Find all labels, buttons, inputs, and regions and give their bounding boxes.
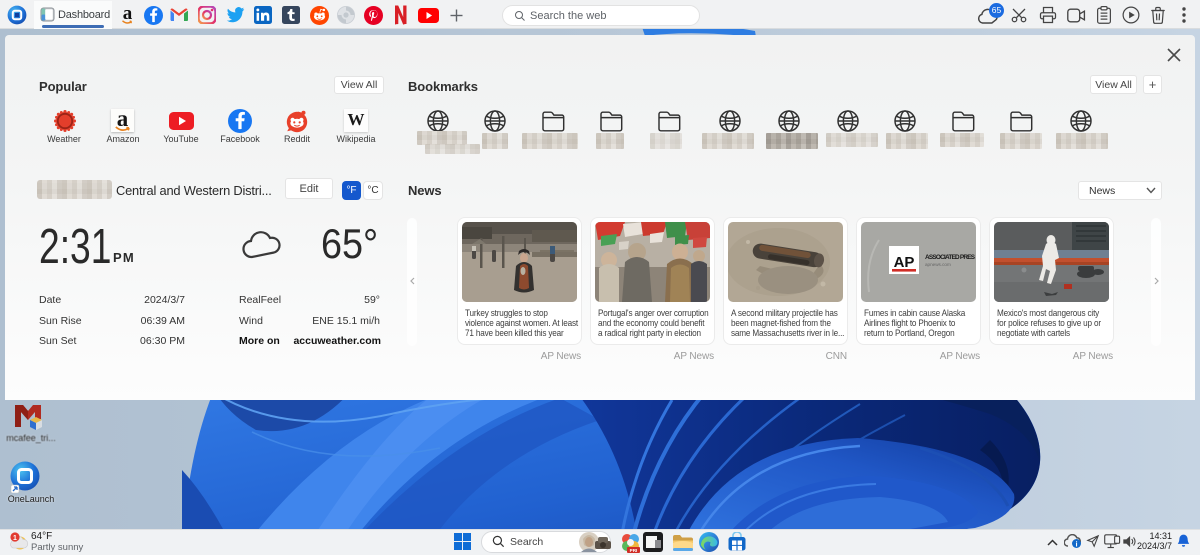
svg-text:AP: AP	[894, 254, 915, 271]
svg-text:ASSOCIATED PRES: ASSOCIATED PRES	[925, 254, 976, 261]
svg-text:apnews.com: apnews.com	[925, 262, 951, 267]
svg-text:PRI: PRI	[630, 548, 638, 553]
svg-text:1: 1	[13, 535, 17, 542]
svg-text:i: i	[1075, 539, 1077, 548]
